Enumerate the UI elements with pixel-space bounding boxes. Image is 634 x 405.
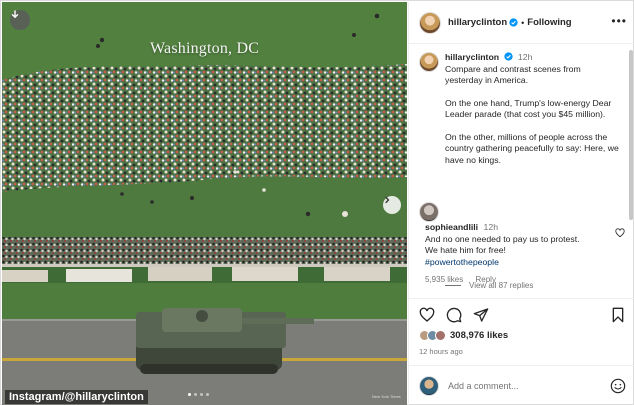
chevron-right-icon xyxy=(385,196,390,204)
caption-author-username[interactable]: hillaryclinton xyxy=(445,52,499,62)
carousel-dot xyxy=(188,393,191,396)
carousel-dot xyxy=(194,393,197,396)
post-caption: hillaryclinton 12h Compare and contrast … xyxy=(419,52,619,166)
post-photo[interactable]: Washington, DC New York Times Instagram/… xyxy=(2,2,407,405)
verified-icon xyxy=(509,18,518,27)
likers-avatars xyxy=(419,330,446,341)
carousel-next-button[interactable] xyxy=(383,196,401,214)
photo-location-caption: Washington, DC xyxy=(150,40,260,57)
post-timestamp[interactable]: 12 hours ago xyxy=(419,347,463,356)
likes-count[interactable]: 308,976 likes xyxy=(450,330,508,341)
header-separator: • xyxy=(521,17,525,28)
post-header: hillaryclinton • Following ••• xyxy=(409,2,634,44)
download-button[interactable] xyxy=(10,10,30,30)
photo-credit: New York Times xyxy=(372,394,401,399)
bookmark-icon[interactable] xyxy=(611,307,625,323)
caption-author-avatar[interactable] xyxy=(419,52,439,72)
caption-time: 12h xyxy=(517,52,533,62)
source-watermark: Instagram/@hillaryclinton xyxy=(5,390,148,404)
comment-hashtag[interactable]: #powertothepeople xyxy=(425,257,590,269)
comment-icon[interactable] xyxy=(446,307,462,323)
comment-text: And no one needed to pay us to protest. … xyxy=(425,233,580,256)
comment-item: sophieandlili 12h And no one needed to p… xyxy=(419,202,631,286)
commenter-username[interactable]: sophieandlili xyxy=(425,222,478,232)
heart-icon[interactable] xyxy=(419,307,435,323)
commenter-avatar[interactable] xyxy=(419,202,439,222)
view-replies-label: View all 87 replies xyxy=(469,281,534,290)
download-icon xyxy=(11,10,19,19)
current-user-avatar xyxy=(419,375,439,396)
view-replies-button[interactable]: View all 87 replies xyxy=(445,281,533,290)
comment-time: 12h xyxy=(483,222,499,232)
avatar xyxy=(435,330,446,341)
share-icon[interactable] xyxy=(473,307,489,323)
replies-line xyxy=(445,285,461,286)
carousel-dot xyxy=(200,393,203,396)
likes-row[interactable]: 308,976 likes xyxy=(419,330,508,341)
verified-icon xyxy=(503,52,513,61)
author-avatar[interactable] xyxy=(419,11,441,34)
more-options-button[interactable]: ••• xyxy=(611,15,627,27)
comment-like-heart-icon[interactable] xyxy=(615,228,625,238)
caption-paragraph: On the one hand, Trump's low-energy Dear… xyxy=(445,97,612,120)
post-side-panel: hillaryclinton • Following ••• hillarycl… xyxy=(408,2,634,405)
carousel-dots xyxy=(188,393,209,396)
add-comment-input[interactable] xyxy=(448,380,598,391)
more-icon: ••• xyxy=(611,14,627,28)
caption-paragraph: On the other, millions of people across … xyxy=(445,131,619,165)
following-button[interactable]: Following xyxy=(527,17,571,28)
instagram-post-window: Washington, DC New York Times Instagram/… xyxy=(0,0,634,405)
parade-scene-image xyxy=(2,2,407,405)
carousel-dot xyxy=(206,393,209,396)
author-username[interactable]: hillaryclinton xyxy=(448,17,507,28)
action-bar xyxy=(409,298,634,328)
emoji-icon[interactable] xyxy=(610,378,626,394)
add-comment-bar xyxy=(409,365,634,405)
caption-paragraph: Compare and contrast scenes from yesterd… xyxy=(445,63,581,86)
scrollbar-thumb[interactable] xyxy=(629,50,633,220)
comments-scroll-area[interactable]: hillaryclinton 12h Compare and contrast … xyxy=(409,45,634,297)
